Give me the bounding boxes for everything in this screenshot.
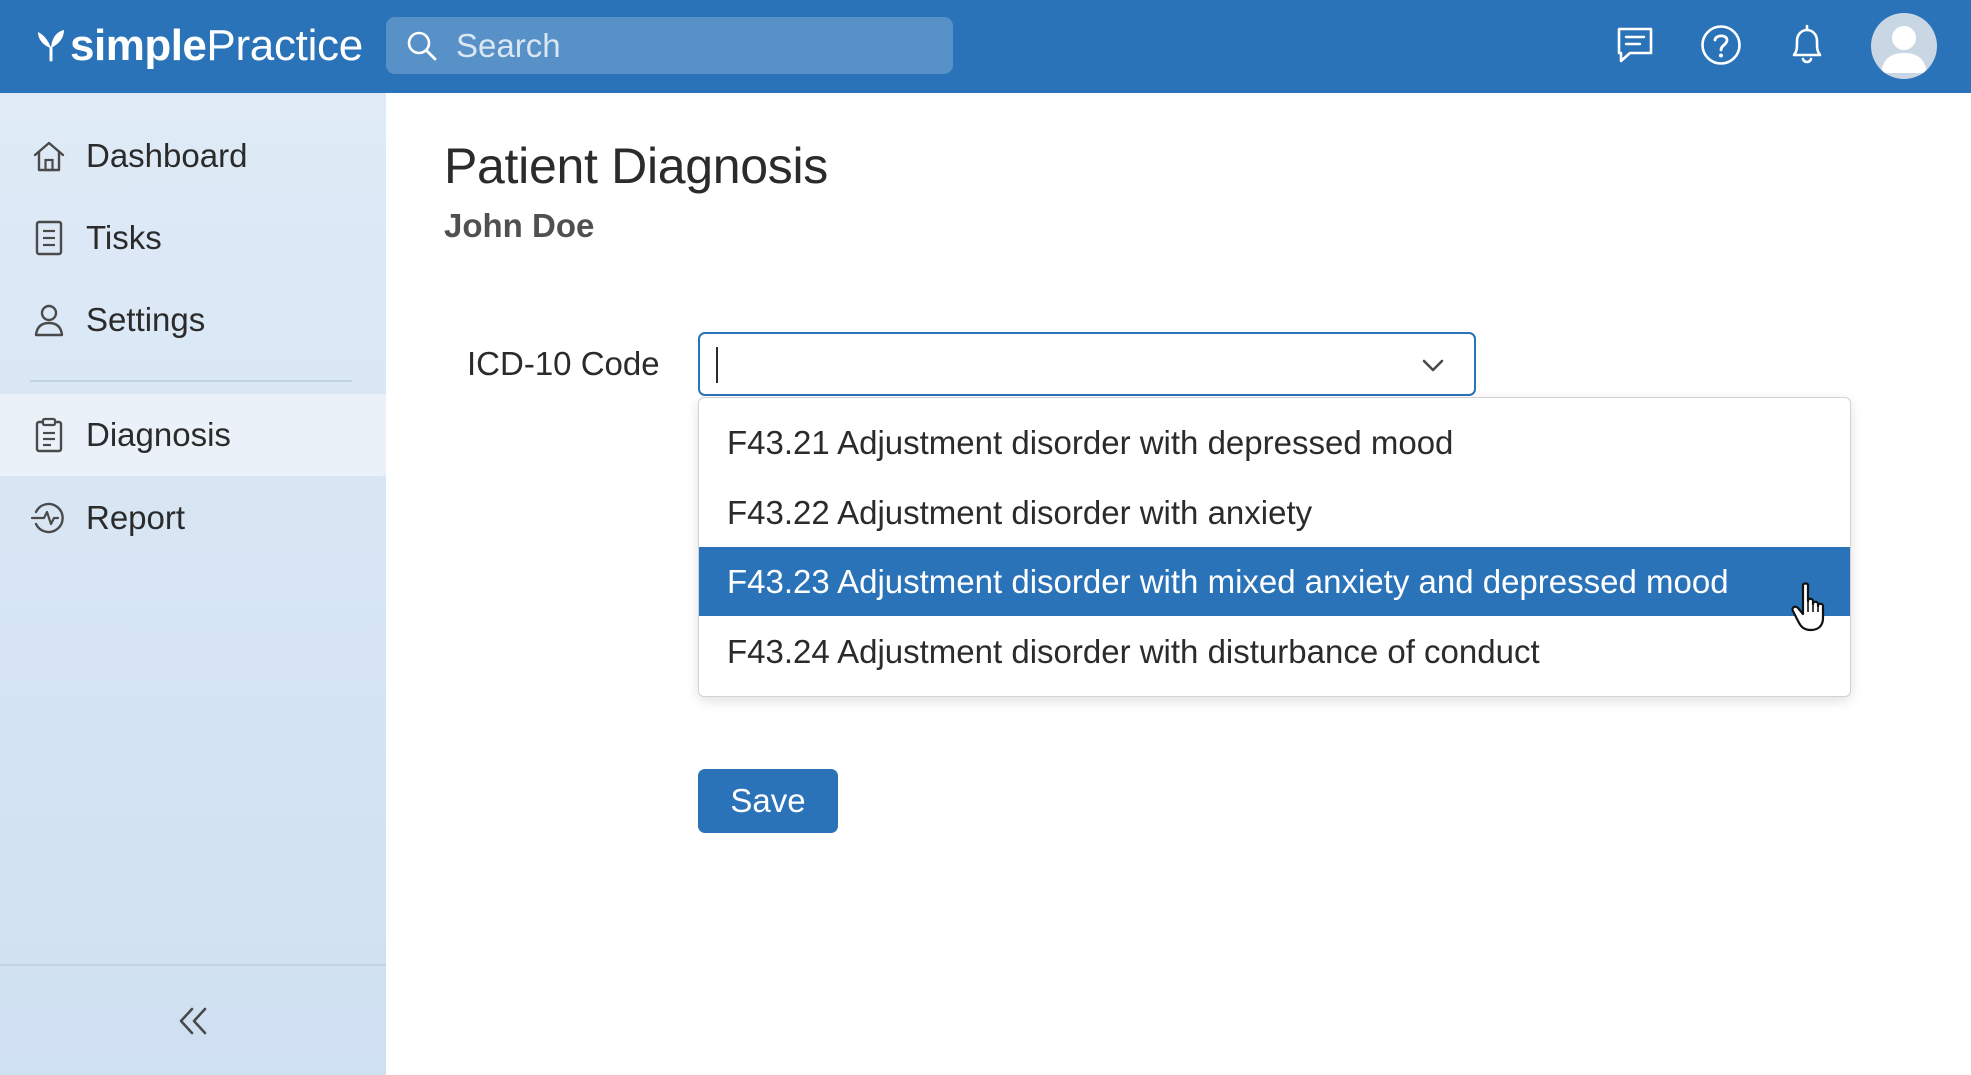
double-chevron-left-icon bbox=[179, 1007, 207, 1035]
sidebar-item-settings[interactable]: Settings bbox=[0, 279, 386, 361]
search-input[interactable] bbox=[456, 17, 936, 74]
leaf-logo-icon bbox=[38, 30, 64, 62]
patient-name: John Doe bbox=[444, 207, 595, 244]
sidebar-item-label: Tisks bbox=[86, 219, 162, 256]
sidebar-divider bbox=[30, 380, 352, 382]
logo[interactable]: simple Practice bbox=[34, 14, 363, 78]
logo-text-bold: simple bbox=[70, 21, 207, 70]
avatar[interactable] bbox=[1871, 13, 1937, 79]
chat-icon[interactable] bbox=[1610, 20, 1660, 70]
save-button[interactable]: Save bbox=[698, 769, 838, 833]
sidebar-item-label: Diagnosis bbox=[86, 416, 231, 453]
report-icon bbox=[30, 499, 68, 537]
sidebar-item-label: Settings bbox=[86, 301, 206, 338]
sidebar-item-dashboard[interactable]: Dashboard bbox=[0, 115, 386, 197]
chevron-down-icon[interactable] bbox=[1420, 354, 1446, 376]
sidebar-item-label: Report bbox=[86, 499, 186, 536]
sidebar-item-tasks[interactable]: Tisks bbox=[0, 197, 386, 279]
task-list-icon bbox=[30, 219, 68, 257]
collapse-sidebar-button[interactable] bbox=[170, 998, 216, 1044]
icd-code-select[interactable] bbox=[698, 332, 1476, 396]
dropdown-option-highlighted[interactable]: F43.23 Adjustment disorder with mixed an… bbox=[699, 547, 1850, 616]
help-icon[interactable] bbox=[1696, 20, 1746, 70]
page-title: Patient Diagnosis bbox=[444, 138, 829, 194]
dropdown-option[interactable]: F43.24 Adjustment disorder with disturba… bbox=[699, 617, 1850, 686]
icd-code-label: ICD-10 Code bbox=[467, 345, 660, 382]
sidebar-item-diagnosis[interactable]: Diagnosis bbox=[0, 394, 386, 476]
logo-text-regular: Practice bbox=[206, 21, 363, 70]
icd-code-dropdown: F43.21 Adjustment disorder with depresse… bbox=[698, 397, 1851, 697]
search-bar[interactable] bbox=[386, 17, 953, 74]
clipboard-icon bbox=[30, 416, 68, 454]
sidebar: Dashboard Tisks Settings Diagnosis Repor… bbox=[0, 93, 386, 1075]
search-icon bbox=[407, 31, 437, 61]
top-bar: simple Practice bbox=[0, 0, 1971, 93]
sidebar-item-label: Dashboard bbox=[86, 137, 248, 174]
home-icon bbox=[30, 137, 68, 175]
text-caret bbox=[716, 347, 718, 383]
bell-icon[interactable] bbox=[1782, 20, 1832, 70]
user-avatar-icon bbox=[1881, 26, 1927, 73]
person-icon bbox=[30, 301, 68, 339]
dropdown-option[interactable]: F43.21 Adjustment disorder with depresse… bbox=[699, 408, 1850, 477]
sidebar-bottom-divider bbox=[0, 964, 386, 966]
dropdown-option[interactable]: F43.22 Adjustment disorder with anxiety bbox=[699, 478, 1850, 547]
sidebar-item-report[interactable]: Report bbox=[0, 477, 386, 559]
